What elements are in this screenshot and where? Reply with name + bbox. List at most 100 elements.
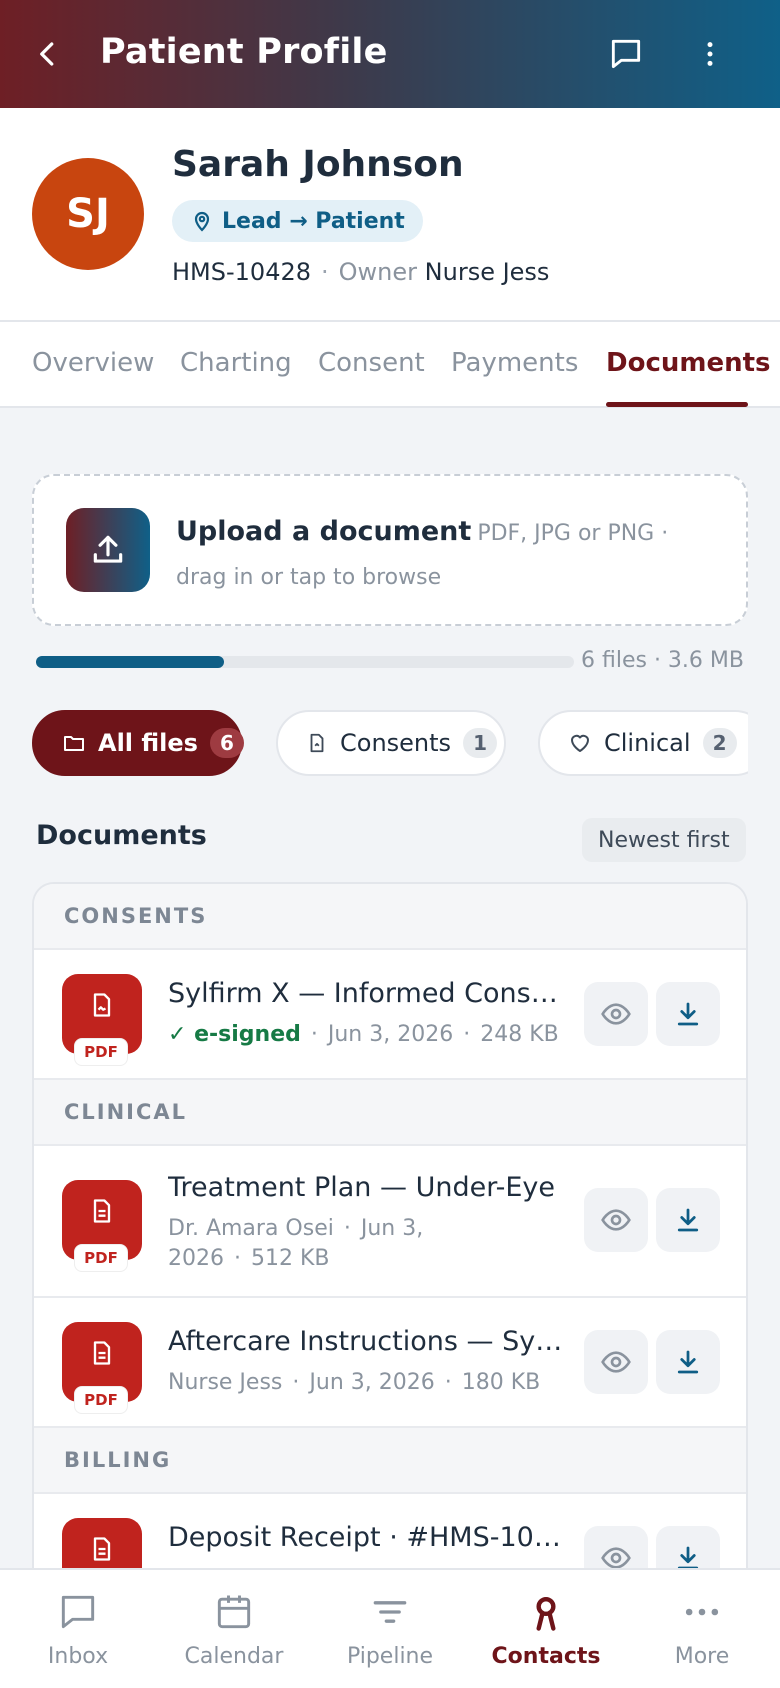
more-vertical-icon (707, 42, 713, 66)
nav-calendar[interactable]: Calendar (156, 1570, 312, 1688)
file-author: Dr. Amara Osei (168, 1216, 334, 1241)
inbox-icon (61, 1595, 95, 1629)
sort-dropdown[interactable]: Newest first (582, 818, 746, 862)
file-date: Jun 3, 2026 (309, 1370, 435, 1395)
file-size: 180 KB (461, 1370, 541, 1395)
storage-progress (36, 656, 574, 668)
upload-icon (93, 535, 123, 563)
download-icon (677, 1350, 699, 1374)
patient-meta: HMS-10428 · Owner Nurse Jess (172, 258, 550, 286)
download-button[interactable] (656, 1330, 720, 1394)
nav-label: More (674, 1644, 730, 1669)
group-header-clinical: CLINICAL (34, 1080, 746, 1146)
document-lines-icon (93, 1199, 111, 1223)
download-button[interactable] (656, 1188, 720, 1252)
document-list: CONSENTS PDF Sylfirm X — Informed Conse.… (32, 882, 748, 1602)
view-button[interactable] (584, 1330, 648, 1394)
document-icon (310, 733, 324, 753)
owner-label: Owner (338, 258, 418, 286)
message-icon (611, 39, 641, 69)
folder-icon (64, 736, 84, 751)
file-size: 248 KB (480, 1022, 559, 1047)
pdf-file-icon: PDF (62, 1322, 142, 1414)
filter-chips: All files 6 Consents 1 Clinical 2 (32, 710, 748, 776)
list-item[interactable]: PDF Sylfirm X — Informed Conse... ✓ e-si… (34, 950, 746, 1080)
calendar-icon (217, 1595, 251, 1629)
list-item[interactable]: PDF Treatment Plan — Under-Eye Dr. Amara… (34, 1146, 746, 1298)
back-button[interactable] (22, 28, 74, 80)
eye-icon (601, 1209, 631, 1231)
eye-icon (601, 1003, 631, 1025)
nav-label: Pipeline (346, 1644, 434, 1669)
eye-icon (601, 1351, 631, 1373)
patient-header: SJ Sarah Johnson Lead → Patient HMS-1042… (0, 108, 780, 322)
more-options-button[interactable] (684, 28, 736, 80)
tab-charting[interactable]: Charting (180, 348, 292, 378)
filter-consents[interactable]: Consents 1 (276, 710, 506, 776)
page-title: Patient Profile (100, 32, 388, 72)
file-name: Deposit Receipt · #HMS-10428 (168, 1522, 568, 1553)
storage-progress-fill (36, 656, 225, 668)
patient-id: HMS-10428 (172, 258, 311, 286)
file-name: Sylfirm X — Informed Conse... (168, 978, 568, 1009)
profile-tabs: Overview Charting Consent Payments Docum… (0, 322, 780, 408)
tab-consent[interactable]: Consent (318, 348, 425, 378)
upload-button[interactable] (66, 508, 150, 592)
group-header-billing: BILLING (34, 1428, 746, 1494)
documents-heading: Documents (36, 820, 207, 851)
filter-clinical[interactable]: Clinical 2 (538, 710, 748, 776)
filter-label: Clinical (604, 729, 691, 757)
tab-documents[interactable]: Documents (606, 348, 771, 378)
list-item[interactable]: PDF Aftercare Instructions — Syl... Nurs… (34, 1298, 746, 1428)
nav-pipeline[interactable]: Pipeline (312, 1570, 468, 1688)
download-icon (677, 1208, 699, 1232)
document-lines-icon (93, 1341, 111, 1365)
file-type-badge: PDF (74, 1386, 128, 1414)
file-type-badge: PDF (74, 1244, 128, 1272)
download-icon (677, 1002, 699, 1026)
file-date: Jun 3, 2026 (327, 1022, 454, 1047)
nav-label: Inbox (47, 1644, 109, 1669)
receipt-icon (93, 1537, 111, 1561)
app-bar: Patient Profile (0, 0, 780, 108)
stage-badge: Lead → Patient (172, 200, 423, 242)
nav-inbox[interactable]: Inbox (0, 1570, 156, 1688)
download-button[interactable] (656, 982, 720, 1046)
tab-payments[interactable]: Payments (451, 348, 578, 378)
patient-name: Sarah Johnson (172, 144, 464, 185)
file-author: Nurse Jess (168, 1370, 283, 1395)
active-tab-indicator (606, 402, 748, 407)
file-type-badge: PDF (74, 1038, 128, 1066)
view-button[interactable] (584, 1188, 648, 1252)
file-meta: ✓ e-signed · Jun 3, 2026 · 248 KB (168, 1022, 559, 1047)
upload-title: Upload a document (176, 516, 472, 547)
group-header-consents: CONSENTS (34, 884, 746, 950)
tab-overview[interactable]: Overview (32, 348, 154, 378)
view-button[interactable] (584, 982, 648, 1046)
pdf-file-icon: PDF (62, 1180, 142, 1272)
file-name: Aftercare Instructions — Syl... (168, 1326, 568, 1357)
more-horizontal-icon (685, 1608, 719, 1616)
bottom-nav: Inbox Calendar Pipeline Contacts More (0, 1568, 780, 1688)
stage-label: Lead → Patient (222, 208, 405, 234)
owner-name: Nurse Jess (424, 258, 550, 286)
file-meta: Nurse Jess · Jun 3, 2026 · 180 KB (168, 1370, 541, 1395)
back-arrow-icon (40, 42, 54, 66)
filter-count: 6 (209, 728, 244, 758)
nav-contacts[interactable]: Contacts (468, 1570, 624, 1688)
filter-label: Consents (340, 729, 452, 757)
nav-label: Calendar (184, 1644, 284, 1669)
filter-count: 1 (463, 728, 498, 758)
upload-dropzone[interactable]: Upload a document PDF, JPG or PNG · drag … (32, 474, 748, 626)
file-name: Treatment Plan — Under-Eye (168, 1172, 555, 1203)
location-pin-icon (194, 211, 210, 232)
nav-more[interactable]: More (624, 1570, 780, 1688)
message-button[interactable] (600, 28, 652, 80)
filter-label: All files (98, 729, 198, 757)
file-size: 512 KB (251, 1246, 330, 1271)
heart-icon (571, 734, 589, 752)
filter-count: 2 (702, 728, 737, 758)
filter-all-files[interactable]: All files 6 (32, 710, 244, 776)
nav-label: Contacts (491, 1644, 601, 1669)
file-meta: Dr. Amara Osei · Jun 3, 2026 · 512 KB (168, 1216, 424, 1271)
